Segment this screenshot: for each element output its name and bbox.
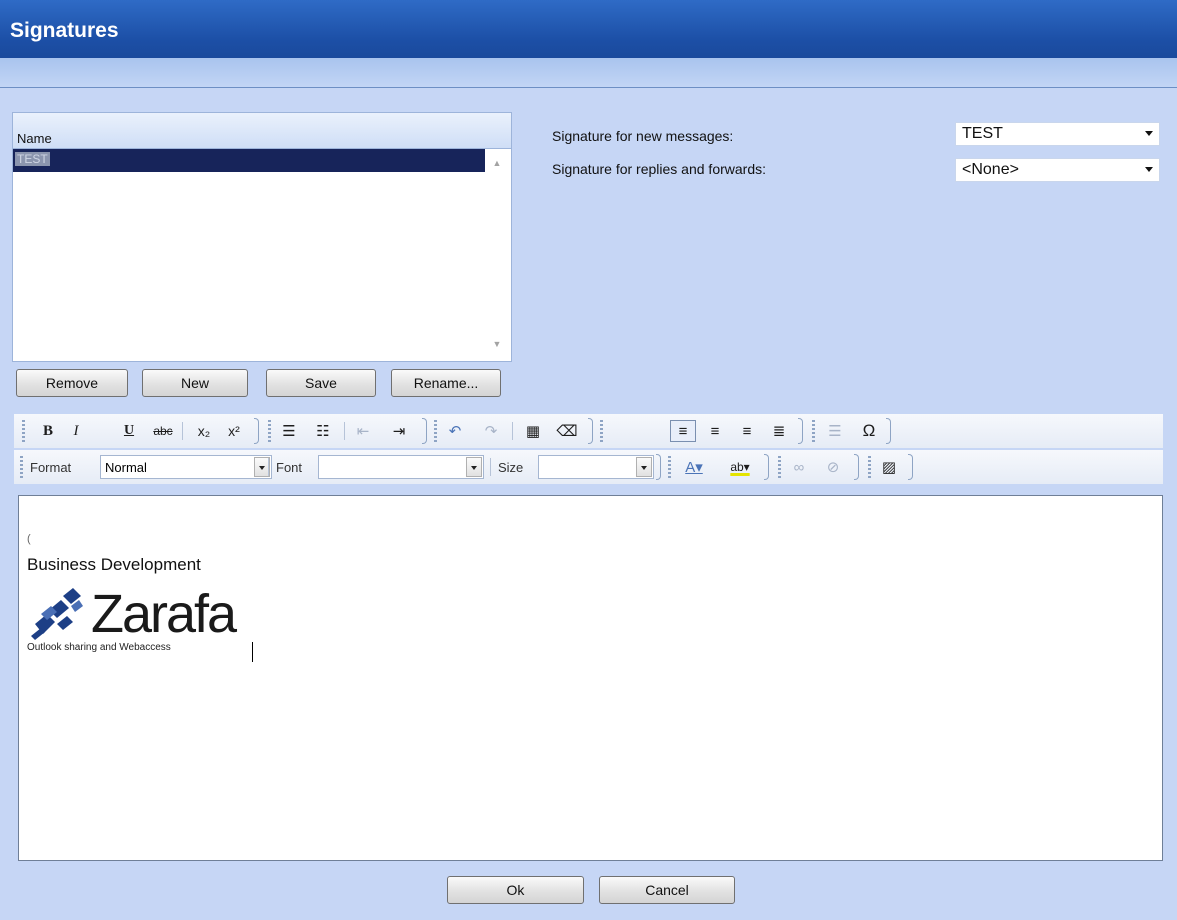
logo-wordmark: Zarafa — [91, 584, 237, 644]
align-center-icon[interactable]: ≡ — [702, 420, 728, 442]
scroll-up-icon[interactable]: ▲ — [492, 158, 502, 168]
ok-button[interactable]: Ok — [447, 876, 584, 904]
toolbar-group-end — [588, 418, 593, 444]
subscript-icon[interactable]: x₂ — [190, 420, 218, 442]
title-bar: Signatures — [0, 0, 1177, 58]
undo-icon[interactable]: ↶ — [442, 420, 468, 442]
remove-format-icon[interactable]: ⌫ — [554, 420, 580, 442]
text-cursor — [252, 642, 253, 662]
chevron-down-icon — [1145, 167, 1153, 172]
italic-icon[interactable]: I — [64, 420, 88, 442]
toolbar-grip[interactable] — [22, 420, 25, 442]
logo-tagline: Outlook sharing and Webaccess — [27, 642, 171, 653]
signature-list[interactable]: Name TEST ▲ ▼ — [12, 112, 512, 362]
text-color-icon[interactable]: A▾ — [676, 456, 712, 478]
toolbar-separator — [344, 422, 345, 440]
bulleted-list-icon[interactable]: ☷ — [310, 420, 336, 442]
horizontal-rule-icon[interactable]: ☰ — [822, 420, 848, 442]
scroll-down-icon[interactable]: ▼ — [492, 339, 502, 349]
toolbar-group-end — [764, 454, 769, 480]
justify-icon[interactable]: ≣ — [766, 420, 792, 442]
window-title: Signatures — [10, 19, 119, 42]
toolbar-separator — [182, 422, 183, 440]
replies-value: <None> — [962, 161, 1019, 178]
toolbar-group-end — [798, 418, 803, 444]
toolbar-separator — [268, 458, 269, 476]
signature-editor[interactable]: ( Business Development Zarafa Outlook sh… — [18, 495, 1163, 861]
special-character-icon[interactable]: Ω — [856, 420, 882, 442]
bold-icon[interactable]: B — [36, 420, 60, 442]
chevron-down-icon — [1145, 131, 1153, 136]
new-messages-label: Signature for new messages: — [552, 128, 734, 144]
format-select[interactable]: Normal — [100, 455, 272, 479]
chevron-down-icon[interactable] — [636, 457, 652, 477]
toolbar-separator — [512, 422, 513, 440]
cancel-button[interactable]: Cancel — [599, 876, 735, 904]
outdent-icon[interactable]: ⇤ — [350, 420, 376, 442]
toolbar-grip[interactable] — [778, 456, 781, 478]
editor-toolbar-row-1: B I U abc x₂ x² ☰ ☷ ⇤ ⇥ ↶ ↷ ▦ ⌫ ≡ ≡ ≡ ≣ … — [14, 414, 1163, 448]
underline-icon[interactable]: U — [118, 420, 140, 442]
toolbar-grip[interactable] — [434, 420, 437, 442]
logo-mark-icon — [31, 588, 83, 640]
toolbar-group-end — [254, 418, 259, 444]
size-select[interactable] — [538, 455, 654, 479]
select-all-icon[interactable]: ▦ — [520, 420, 546, 442]
zarafa-logo: Zarafa Outlook sharing and Webaccess — [27, 584, 257, 656]
editor-text-line: ( — [27, 533, 31, 545]
new-messages-select[interactable]: TEST — [955, 122, 1160, 146]
background-color-icon[interactable]: ab▾ — [720, 456, 760, 478]
replies-label: Signature for replies and forwards: — [552, 161, 766, 177]
link-icon[interactable]: ∞ — [786, 456, 812, 478]
toolbar-grip[interactable] — [600, 420, 603, 442]
font-select[interactable] — [318, 455, 484, 479]
indent-icon[interactable]: ⇥ — [386, 420, 412, 442]
remove-button[interactable]: Remove — [16, 369, 128, 397]
list-item-label: TEST — [15, 152, 50, 166]
strikethrough-icon[interactable]: abc — [148, 420, 178, 442]
image-icon[interactable]: ▨ — [876, 456, 902, 478]
align-left-icon[interactable]: ≡ — [670, 420, 696, 442]
toolbar-group-end — [422, 418, 427, 444]
format-label: Format — [30, 460, 72, 475]
list-item[interactable]: TEST — [13, 149, 485, 172]
font-label: Font — [276, 460, 303, 475]
subtitle-bar — [0, 58, 1177, 88]
align-right-icon[interactable]: ≡ — [734, 420, 760, 442]
toolbar-group-end — [886, 418, 891, 444]
new-messages-value: TEST — [962, 125, 1003, 142]
unlink-icon[interactable]: ⊘ — [820, 456, 846, 478]
size-label: Size — [498, 460, 524, 475]
format-value: Normal — [105, 460, 147, 475]
superscript-icon[interactable]: x² — [220, 420, 248, 442]
list-header-name[interactable]: Name — [13, 113, 511, 149]
redo-icon[interactable]: ↷ — [478, 420, 504, 442]
toolbar-grip[interactable] — [812, 420, 815, 442]
save-button[interactable]: Save — [266, 369, 376, 397]
toolbar-grip[interactable] — [868, 456, 871, 478]
editor-text-line: Business Development — [27, 555, 201, 574]
rename-button[interactable]: Rename... — [391, 369, 501, 397]
toolbar-group-end — [656, 454, 661, 480]
editor-toolbar-row-2: Format Normal Font Size A▾ ab▾ ∞ ⊘ ▨ — [14, 450, 1163, 484]
toolbar-grip[interactable] — [20, 456, 23, 478]
toolbar-group-end — [854, 454, 859, 480]
numbered-list-icon[interactable]: ☰ — [276, 420, 302, 442]
toolbar-group-end — [908, 454, 913, 480]
new-button[interactable]: New — [142, 369, 248, 397]
toolbar-grip[interactable] — [668, 456, 671, 478]
replies-select[interactable]: <None> — [955, 158, 1160, 182]
toolbar-separator — [490, 458, 491, 476]
toolbar-grip[interactable] — [268, 420, 271, 442]
chevron-down-icon[interactable] — [466, 457, 482, 477]
